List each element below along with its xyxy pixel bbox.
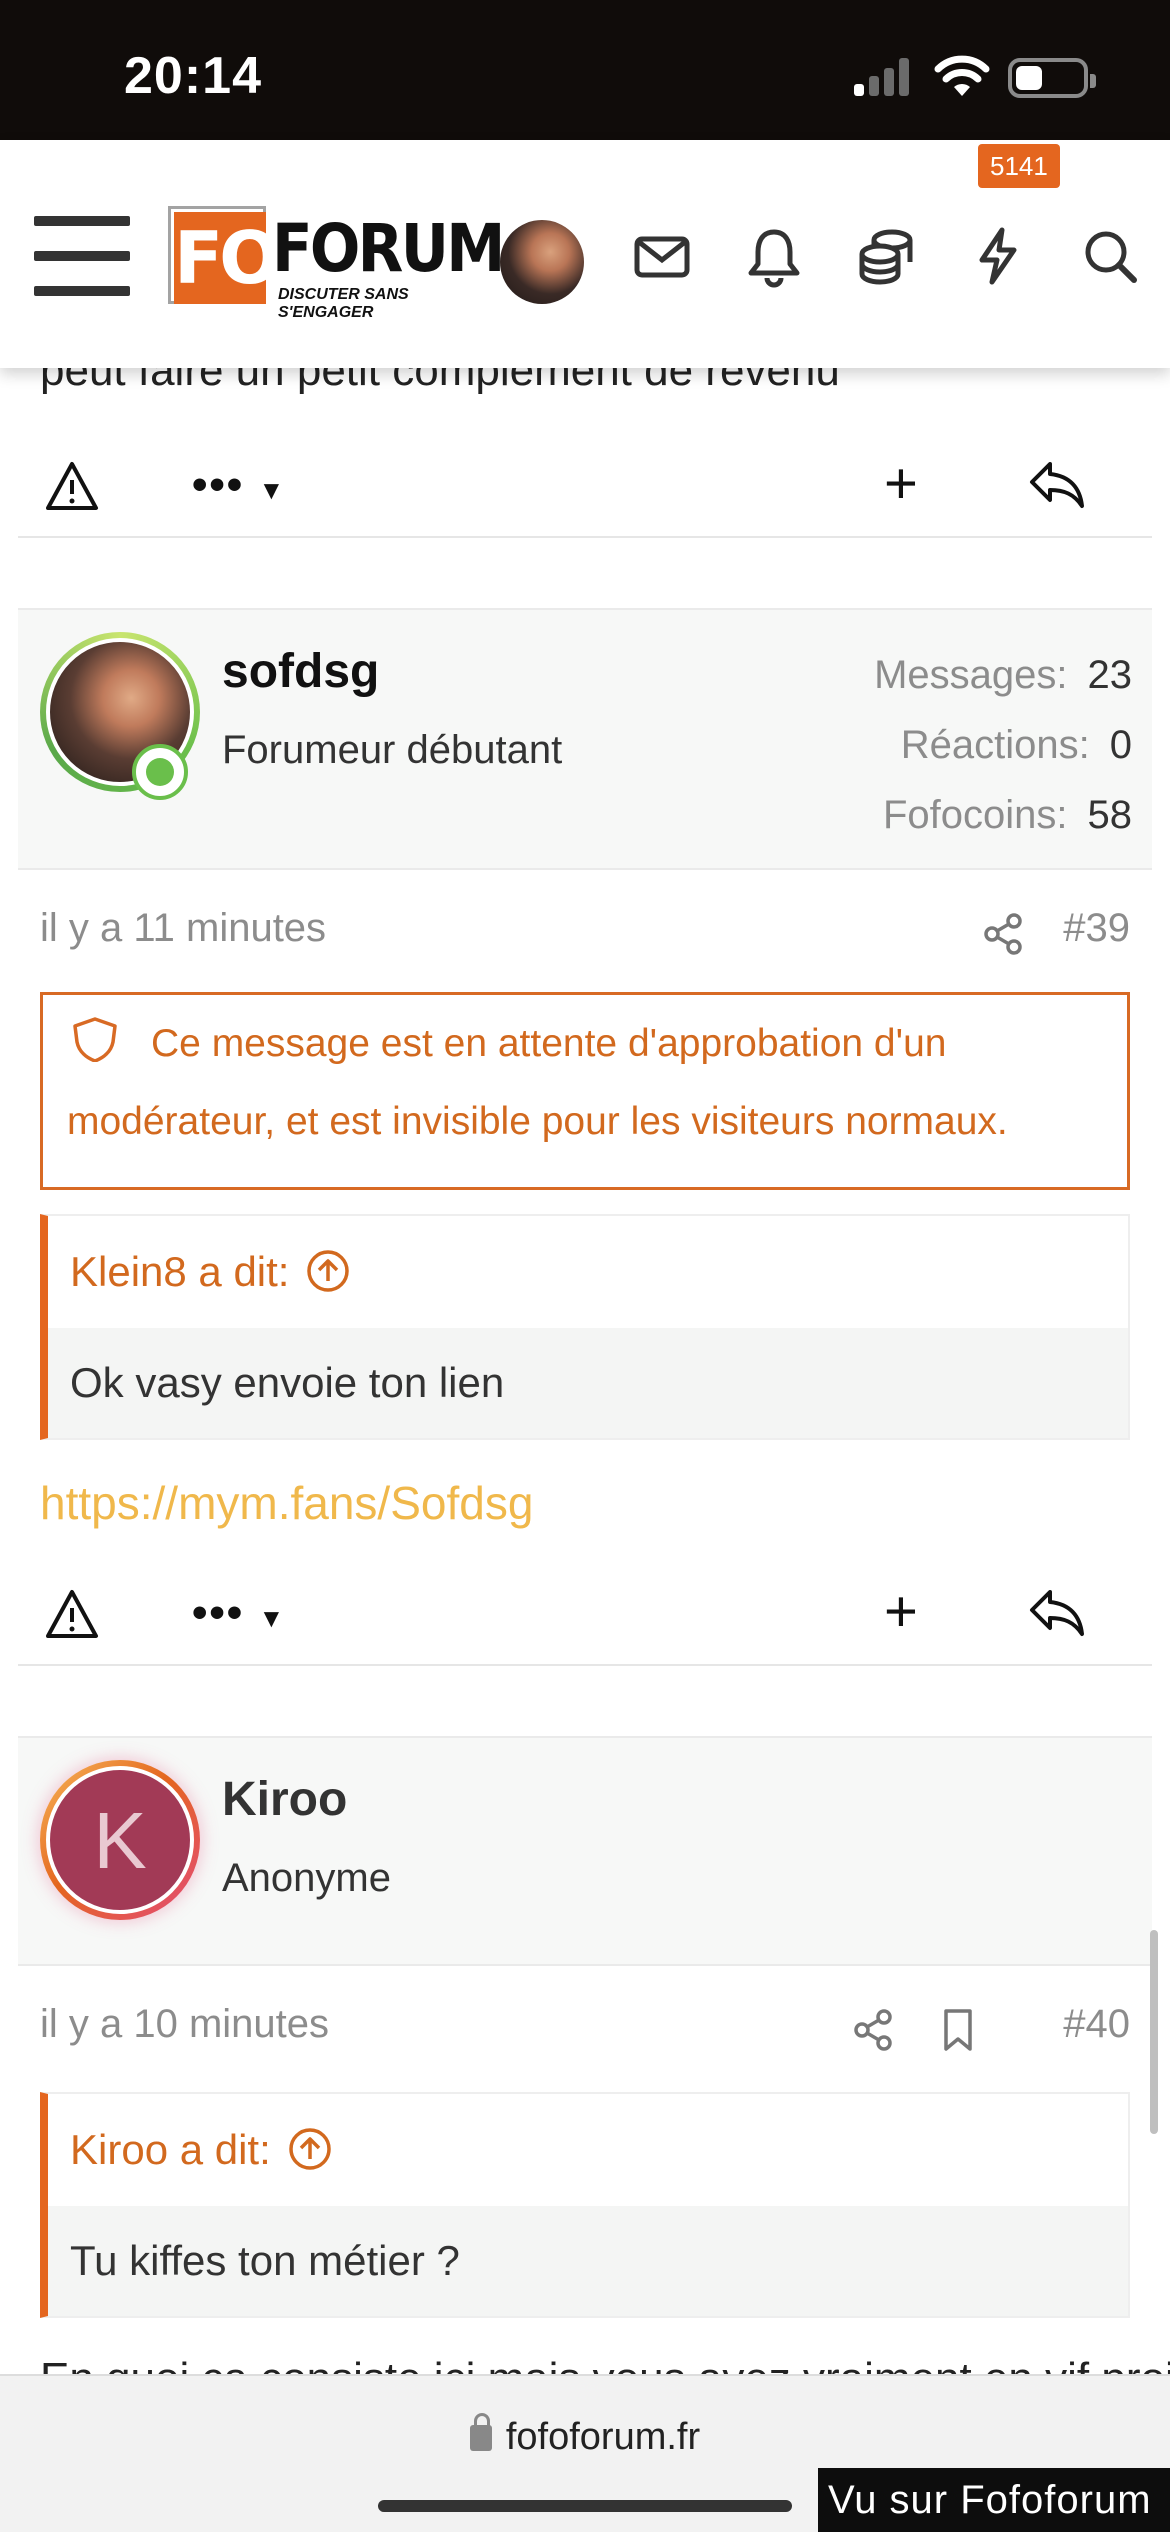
url-text: fofoforum.fr xyxy=(505,2416,701,2458)
quote-author[interactable]: Klein8 a dit: xyxy=(70,1248,289,1295)
author-avatar[interactable]: K xyxy=(40,1760,200,1920)
share-icon[interactable] xyxy=(980,904,1026,955)
post-action-bar: ••• ▼ + xyxy=(18,1556,1152,1666)
post-action-bar: ••• ▼ + xyxy=(18,428,1152,538)
cellular-signal-icon xyxy=(854,58,914,96)
report-warning-icon[interactable] xyxy=(44,458,100,514)
author-stats: Messages: 23 Réactions: 0 Fofocoins: 58 xyxy=(874,640,1132,850)
address-bar[interactable]: fofoforum.fr xyxy=(0,2413,1170,2459)
coins-icon[interactable] xyxy=(852,222,920,290)
scrollbar[interactable] xyxy=(1150,1930,1158,2134)
chevron-down-icon: ▼ xyxy=(258,1603,287,1633)
search-icon[interactable] xyxy=(1076,222,1144,290)
quote-block: Klein8 a dit: Ok vasy envoie ton lien xyxy=(40,1214,1130,1440)
battery-icon xyxy=(1008,58,1096,98)
reply-icon[interactable] xyxy=(1026,456,1086,512)
quote-text: Tu kiffes ton métier ? xyxy=(48,2206,1128,2316)
bookmark-icon[interactable] xyxy=(938,2000,978,2051)
lightning-icon[interactable] xyxy=(964,222,1032,290)
watermark: Vu sur Fofoforum xyxy=(818,2468,1170,2532)
home-indicator[interactable] xyxy=(378,2500,792,2512)
share-icon[interactable] xyxy=(850,2000,896,2051)
status-bar: 20:14 xyxy=(0,0,1170,140)
moderation-notice: Ce message est en attente d'approbation … xyxy=(40,992,1130,1190)
add-reaction-button[interactable]: + xyxy=(884,1583,918,1641)
post-time[interactable]: il y a 10 minutes xyxy=(40,2002,329,2046)
quote-text: Ok vasy envoie ton lien xyxy=(48,1328,1128,1438)
avatar-letter: K xyxy=(46,1766,194,1914)
logo-tagline: DISCUTER SANS S'ENGAGER xyxy=(278,286,409,321)
author-username[interactable]: sofdsg xyxy=(222,644,379,699)
post-number[interactable]: #40 xyxy=(1063,1984,1130,2064)
post-meta: il y a 11 minutes #39 xyxy=(40,888,1130,968)
report-warning-icon[interactable] xyxy=(44,1586,100,1642)
mail-icon[interactable] xyxy=(628,222,696,290)
quote-header: Klein8 a dit: xyxy=(48,1216,1128,1328)
quote-header: Kiroo a dit: xyxy=(48,2094,1128,2206)
user-avatar[interactable] xyxy=(500,220,584,304)
author-avatar[interactable] xyxy=(40,632,200,800)
author-username[interactable]: Kiroo xyxy=(222,1772,347,1827)
quote-block: Kiroo a dit: Tu kiffes ton métier ? xyxy=(40,2092,1130,2318)
arrow-up-circle-icon[interactable] xyxy=(305,1248,351,1294)
post-meta: il y a 10 minutes #40 xyxy=(40,1984,1130,2064)
logo-forum: FORUM xyxy=(272,210,505,287)
hamburger-menu-icon[interactable] xyxy=(34,216,130,296)
site-logo[interactable]: FO FORUM DISCUTER SANS S'ENGAGER xyxy=(168,206,505,321)
more-dots-label: ••• xyxy=(192,1588,245,1637)
post-time[interactable]: il y a 11 minutes xyxy=(40,906,326,950)
more-dots-label: ••• xyxy=(192,460,245,509)
wifi-icon xyxy=(934,54,990,98)
notification-count-badge[interactable]: 5141 xyxy=(978,144,1060,188)
arrow-up-circle-icon[interactable] xyxy=(287,2126,333,2172)
online-status-icon xyxy=(132,744,188,800)
chevron-down-icon: ▼ xyxy=(258,475,287,505)
author-role: Anonyme xyxy=(222,1856,391,1900)
moderation-notice-text: Ce message est en attente d'approbation … xyxy=(67,1022,1008,1143)
more-options-button[interactable]: ••• ▼ xyxy=(192,1588,286,1638)
logo-fo: FO xyxy=(168,206,280,304)
post-body-link[interactable]: https://mym.fans/Sofdsg xyxy=(40,1476,533,1530)
lock-icon xyxy=(469,2413,492,2451)
shield-icon xyxy=(67,1011,123,1063)
thread-content: peut faire un petit complément de revenu… xyxy=(0,368,1170,2378)
post-author-block: sofdsg Forumeur débutant Messages: 23 Réa… xyxy=(18,608,1152,870)
add-reaction-button[interactable]: + xyxy=(884,455,918,513)
status-time: 20:14 xyxy=(124,47,262,105)
author-role: Forumeur débutant xyxy=(222,728,563,772)
bell-icon[interactable] xyxy=(740,222,808,290)
stat-reactions: Réactions: 0 xyxy=(900,723,1132,767)
post-author-block: K Kiroo Anonyme xyxy=(18,1736,1152,1966)
stat-fofocoins: Fofocoins: 58 xyxy=(882,793,1132,837)
post-number[interactable]: #39 xyxy=(1063,888,1130,968)
reply-icon[interactable] xyxy=(1026,1584,1086,1640)
quote-author[interactable]: Kiroo a dit: xyxy=(70,2126,271,2173)
more-options-button[interactable]: ••• ▼ xyxy=(192,460,286,510)
stat-messages: Messages: 23 xyxy=(874,653,1132,697)
previous-post-text: peut faire un petit complément de revenu xyxy=(40,368,840,395)
